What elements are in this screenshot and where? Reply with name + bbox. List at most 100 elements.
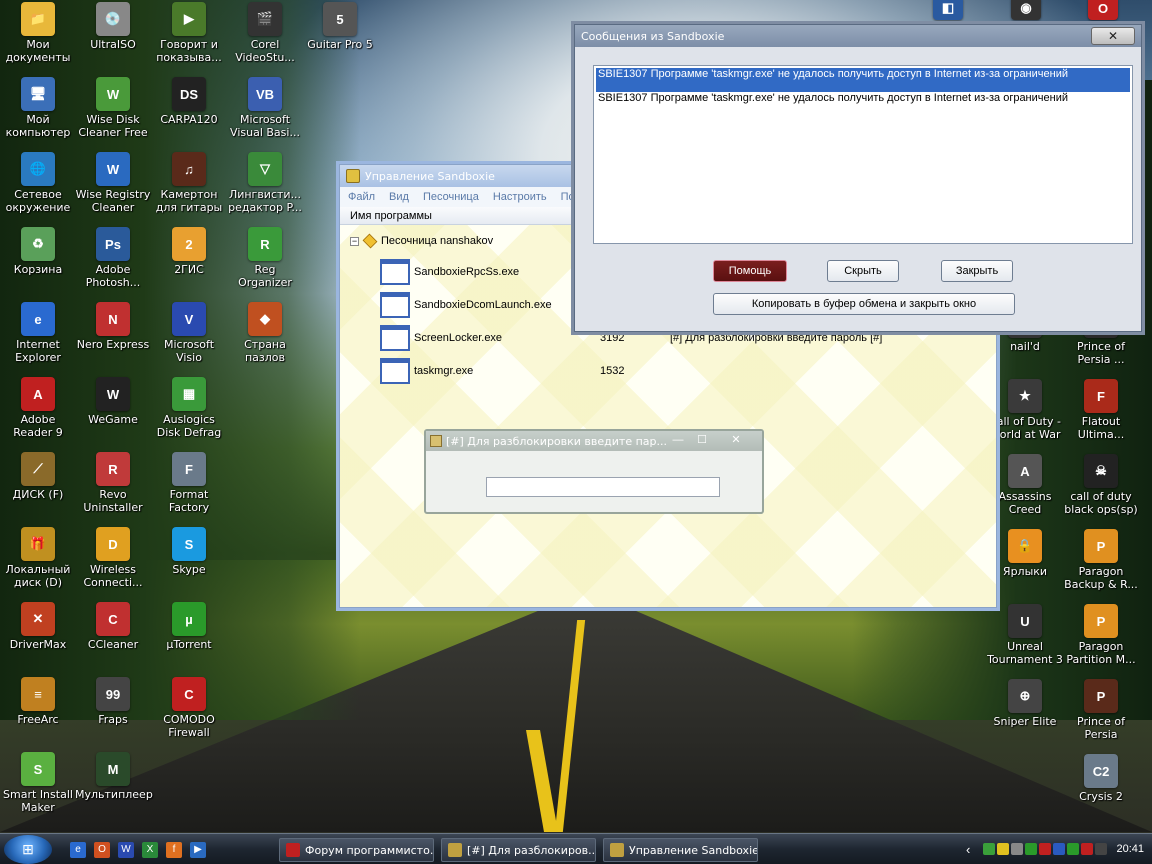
menu-help[interactable]: По	[561, 191, 575, 203]
message-row[interactable]: SBIE1307 Программе 'taskmgr.exe' не удал…	[596, 92, 1130, 116]
desktop-icon[interactable]: e Internet Explorer	[0, 302, 76, 364]
desktop-icon[interactable]: F Flatout Ultima...	[1063, 379, 1139, 441]
desktop-icon[interactable]: ≡ FreeArc	[0, 677, 76, 726]
desktop-icon[interactable]: P Paragon Partition M...	[1063, 604, 1139, 666]
steam-icon[interactable]: ◉	[1008, 0, 1044, 22]
firefox-icon[interactable]: f	[166, 842, 182, 858]
opera-icon[interactable]: O	[1085, 0, 1121, 22]
tree-sandbox-node[interactable]: − Песочница nanshakov	[350, 233, 493, 249]
desktop-icon[interactable]: M Мультиплеер	[75, 752, 153, 801]
desktop-icon[interactable]: 📁 Мои документы	[0, 2, 76, 64]
desktop-icon[interactable]: DS CARPA120	[151, 77, 227, 126]
process-name: taskmgr.exe	[414, 365, 474, 377]
password-input[interactable]	[486, 477, 720, 497]
close-button[interactable]: Закрыть	[941, 260, 1013, 282]
tray-icon[interactable]	[1053, 843, 1065, 855]
desktop-icon[interactable]: ⟋ ДИСК (F)	[0, 452, 76, 501]
desktop-icon[interactable]: ✕ DriverMax	[0, 602, 76, 651]
desktop-icon[interactable]: S Smart Install Maker	[0, 752, 76, 814]
taskbar-button[interactable]: [#] Для разблокиров...	[441, 838, 596, 862]
desktop-icon[interactable]: 5 Guitar Pro 5	[302, 2, 378, 51]
screenlocker-window[interactable]: [#] Для разблокировки введите пар... — ☐…	[424, 429, 764, 514]
tray-expand-icon[interactable]: ‹	[966, 842, 978, 857]
menu-sandbox[interactable]: Песочница	[423, 191, 479, 203]
desktop-icon[interactable]: A Assassins Creed	[987, 454, 1063, 516]
app-icon: O	[1088, 0, 1118, 20]
desktop-icon[interactable]: R Reg Organizer	[227, 227, 303, 289]
desktop-icon[interactable]: C CCleaner	[75, 602, 151, 651]
word-icon[interactable]: W	[118, 842, 134, 858]
desktop-icon[interactable]: 🖥 Мой компьютер	[0, 77, 76, 139]
tray-icon[interactable]	[1067, 843, 1079, 855]
menu-configure[interactable]: Настроить	[493, 191, 547, 203]
desktop-icon[interactable]: N Nero Express	[75, 302, 151, 351]
desktop-icon[interactable]: 2 2ГИС	[151, 227, 227, 276]
desktop-icon[interactable]: W WeGame	[75, 377, 151, 426]
desktop-icon[interactable]: C2 Crysis 2	[1063, 754, 1139, 803]
desktop-icon[interactable]: A Adobe Reader 9	[0, 377, 76, 439]
desktop-icon[interactable]: W Wise Registry Cleaner	[75, 152, 151, 214]
app-icon: V	[172, 302, 206, 336]
close-icon[interactable]: ✕	[1091, 27, 1135, 45]
tray-icon[interactable]	[983, 843, 995, 855]
office-icon[interactable]: O	[94, 842, 110, 858]
window-icon	[380, 325, 410, 351]
copy-and-close-button[interactable]: Копировать в буфер обмена и закрыть окно	[713, 293, 1015, 315]
taskbar-button[interactable]: Форум программисто...	[279, 838, 434, 862]
desktop-icon[interactable]: D Wireless Connecti...	[75, 527, 151, 589]
messages-list[interactable]: SBIE1307 Программе 'taskmgr.exe' не удал…	[593, 65, 1133, 244]
desktop-icon[interactable]: ☠ call of duty black ops(sp)	[1063, 454, 1139, 516]
desktop-icon[interactable]: P Prince of Persia	[1063, 679, 1139, 741]
desktop-icon[interactable]: 🎬 Corel VideoStu...	[227, 2, 303, 64]
menu-file[interactable]: Файл	[348, 191, 375, 203]
desktop-icon[interactable]: 🌐 Сетевое окружение	[0, 152, 76, 214]
process-row[interactable]: taskmgr.exe 1532	[380, 358, 990, 384]
close-button[interactable]: ✕	[722, 433, 750, 447]
taskbar-button[interactable]: Управление Sandboxie	[603, 838, 758, 862]
tray-icon[interactable]	[1025, 843, 1037, 855]
desktop-icon[interactable]: ▽ Лингвисти... редактор P...	[227, 152, 303, 214]
desktop-icon[interactable]: ▦ Auslogics Disk Defrag	[151, 377, 227, 439]
tray-icon[interactable]	[1039, 843, 1051, 855]
desktop-icon[interactable]: VB Microsoft Visual Basi...	[227, 77, 303, 139]
network-icon[interactable]: e	[70, 842, 86, 858]
desktop-icon[interactable]: ▶ Говорит и показыва...	[151, 2, 227, 64]
desktop-icon-label: Flatout Ultima...	[1077, 415, 1125, 441]
desktop-icon[interactable]: R Revo Uninstaller	[75, 452, 151, 514]
hide-button[interactable]: Скрыть	[827, 260, 899, 282]
desktop-icon[interactable]: C COMODO Firewall	[151, 677, 227, 739]
desktop-icon[interactable]: P Paragon Backup & R...	[1063, 529, 1139, 591]
desktop-icon[interactable]: U Unreal Tournament 3	[987, 604, 1063, 666]
desktop-icon[interactable]: 🔒 Ярлыки	[987, 529, 1063, 578]
desktop-icon[interactable]: ◆ Страна пазлов	[227, 302, 303, 364]
tray-icon[interactable]	[1095, 843, 1107, 855]
maximize-button[interactable]: ☐	[688, 433, 716, 447]
desktop-icon[interactable]: 99 Fraps	[75, 677, 151, 726]
desktop-icon[interactable]: ⊕ Sniper Elite	[987, 679, 1063, 728]
desktop-icon[interactable]: V Microsoft Visio	[151, 302, 227, 364]
desktop-icon[interactable]: ★ Call of Duty - World at War	[987, 379, 1063, 441]
media-icon[interactable]: ▶	[190, 842, 206, 858]
virtualbox-icon[interactable]: ◧	[930, 0, 966, 22]
tray-icon[interactable]	[997, 843, 1009, 855]
menu-view[interactable]: Вид	[389, 191, 409, 203]
clock[interactable]: 20:41	[1116, 843, 1144, 855]
tree-collapse-icon[interactable]: −	[350, 236, 359, 246]
desktop-icon[interactable]: F Format Factory	[151, 452, 227, 514]
desktop-icon[interactable]: µ µTorrent	[151, 602, 227, 651]
desktop-icon[interactable]: 💿 UltraISO	[75, 2, 151, 51]
desktop-icon[interactable]: ♫ Камертон для гитары	[151, 152, 227, 214]
help-button[interactable]: Помощь	[713, 260, 787, 282]
desktop-icon[interactable]: W Wise Disk Cleaner Free	[75, 77, 151, 139]
message-row[interactable]: SBIE1307 Программе 'taskmgr.exe' не удал…	[596, 68, 1130, 92]
desktop-icon[interactable]: S Skype	[151, 527, 227, 576]
tray-icon[interactable]	[1011, 843, 1023, 855]
desktop-icon[interactable]: Ps Adobe Photosh...	[75, 227, 151, 289]
messages-titlebar[interactable]: Сообщения из Sandboxie	[575, 25, 1141, 47]
start-button[interactable]: ⊞	[4, 835, 52, 864]
excel-icon[interactable]: X	[142, 842, 158, 858]
desktop-icon[interactable]: 🎁 Локальный диск (D)	[0, 527, 76, 589]
sandboxie-messages-window[interactable]: Сообщения из Sandboxie ✕ SBIE1307 Програ…	[574, 24, 1142, 332]
desktop-icon[interactable]: ♻ Корзина	[0, 227, 76, 276]
tray-icon[interactable]	[1081, 843, 1093, 855]
